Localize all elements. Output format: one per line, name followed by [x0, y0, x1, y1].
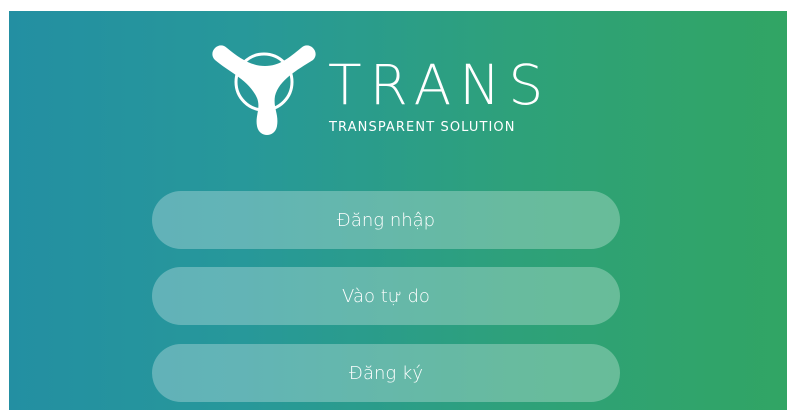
login-button[interactable]: Đăng nhập	[152, 191, 620, 249]
logo-wordmark: TRANS	[328, 53, 552, 117]
register-button[interactable]: Đăng ký	[152, 344, 620, 402]
welcome-screen: TRANS TRANSPARENT SOLUTION Đăng nhập Vào…	[9, 11, 787, 410]
trans-logo: TRANS TRANSPARENT SOLUTION	[209, 38, 569, 138]
logo-tagline: TRANSPARENT SOLUTION	[329, 120, 516, 135]
trans-logo-icon	[212, 45, 316, 135]
guest-access-button[interactable]: Vào tự do	[152, 267, 620, 325]
